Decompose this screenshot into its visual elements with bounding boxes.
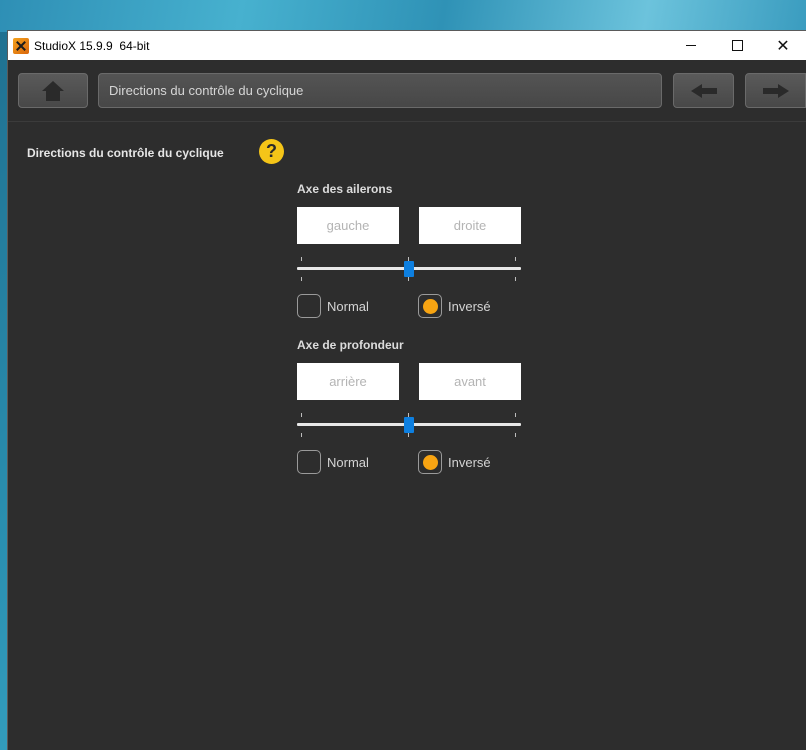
window-title: StudioX 15.9.9 64-bit: [34, 38, 150, 53]
question-icon[interactable]: ?: [259, 139, 284, 164]
left-input[interactable]: [297, 207, 399, 244]
window-controls: ✕: [668, 31, 806, 60]
direction-options: Normal Inversé: [297, 292, 521, 320]
home-button[interactable]: [18, 73, 88, 108]
maximize-icon: [731, 40, 743, 51]
slider-tick: [301, 413, 302, 417]
slider-tick: [301, 257, 302, 261]
app-window: StudioX 15.9.9 64-bit ✕ Directions du co…: [8, 31, 806, 750]
slider-thumb[interactable]: [404, 261, 414, 277]
direction-options: Normal Inversé: [297, 448, 521, 476]
radio-box[interactable]: [418, 450, 442, 474]
normal-option[interactable]: Normal: [297, 448, 369, 476]
rear-input[interactable]: [297, 363, 399, 400]
slider-tick: [408, 277, 409, 281]
page-title: Directions du contrôle du cyclique: [27, 146, 224, 160]
radio-label: Inversé: [448, 298, 491, 314]
range-fields: [297, 207, 521, 244]
slider-tick: [515, 433, 516, 437]
slider-thumb[interactable]: [404, 417, 414, 433]
aileron-slider[interactable]: [297, 254, 521, 284]
breadcrumb: Directions du contrôle du cyclique: [98, 73, 662, 108]
radio-label: Inversé: [448, 454, 491, 470]
section-label: Axe de profondeur: [297, 338, 404, 352]
aileron-axis-section: Axe des ailerons Normal Inversé: [297, 182, 521, 318]
elevator-slider[interactable]: [297, 410, 521, 440]
forward-button[interactable]: [745, 73, 806, 108]
radio-box[interactable]: [297, 294, 321, 318]
maximize-button[interactable]: [714, 31, 760, 60]
range-fields: [297, 363, 521, 400]
section-label: Axe des ailerons: [297, 182, 393, 196]
radio-dot: [422, 298, 438, 314]
radio-box[interactable]: [418, 294, 442, 318]
close-button[interactable]: ✕: [760, 31, 806, 60]
slider-tick: [301, 277, 302, 281]
app-logo-icon: [13, 37, 29, 54]
title-bar: StudioX 15.9.9 64-bit ✕: [8, 31, 806, 60]
radio-box[interactable]: [297, 450, 321, 474]
slider-tick: [515, 277, 516, 281]
right-input[interactable]: [419, 207, 521, 244]
front-input[interactable]: [419, 363, 521, 400]
close-icon: ✕: [776, 35, 790, 55]
radio-label: Normal: [327, 454, 369, 470]
slider-tick: [301, 433, 302, 437]
slider-tick: [515, 413, 516, 417]
elevator-axis-section: Axe de profondeur Normal Inversé: [297, 338, 521, 474]
inverse-option[interactable]: Inversé: [418, 292, 491, 320]
slider-tick: [408, 433, 409, 437]
minimize-button[interactable]: [668, 31, 714, 60]
normal-option[interactable]: Normal: [297, 292, 369, 320]
slider-tick: [515, 257, 516, 261]
minimize-icon: [686, 45, 696, 46]
arrow-left-icon: [690, 83, 717, 98]
arrow-right-icon: [762, 83, 789, 98]
inverse-option[interactable]: Inversé: [418, 448, 491, 476]
radio-dot: [422, 454, 438, 470]
navigation-toolbar: Directions du contrôle du cyclique: [8, 60, 806, 122]
desktop-background: [0, 0, 806, 32]
back-button[interactable]: [673, 73, 734, 108]
radio-label: Normal: [327, 298, 369, 314]
home-icon: [42, 80, 64, 101]
